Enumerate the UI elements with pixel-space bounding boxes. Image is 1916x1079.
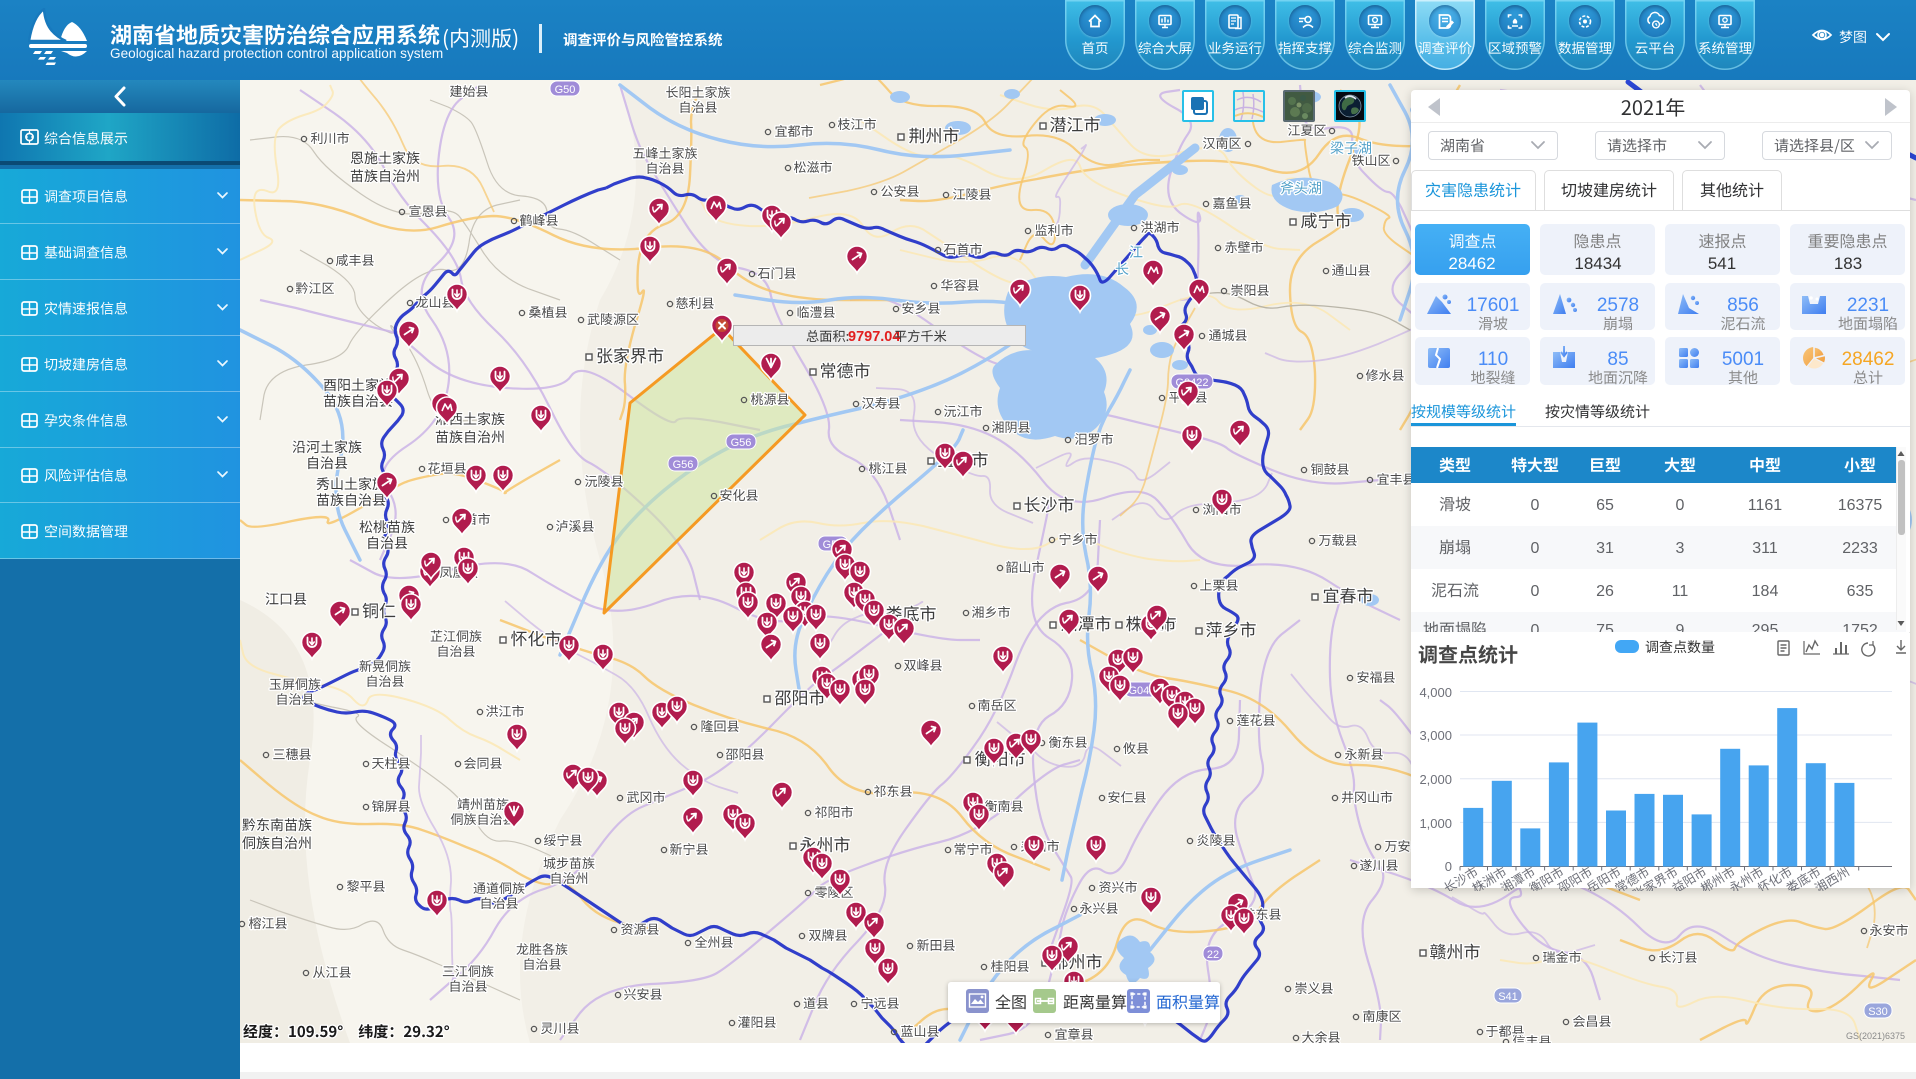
- svg-text:S41: S41: [1498, 991, 1518, 1003]
- svg-text:22: 22: [1207, 949, 1219, 961]
- svg-text:G56: G56: [673, 459, 694, 471]
- svg-text:G50: G50: [555, 84, 576, 96]
- svg-text:G56: G56: [731, 437, 752, 449]
- svg-text:S30: S30: [1868, 1006, 1888, 1018]
